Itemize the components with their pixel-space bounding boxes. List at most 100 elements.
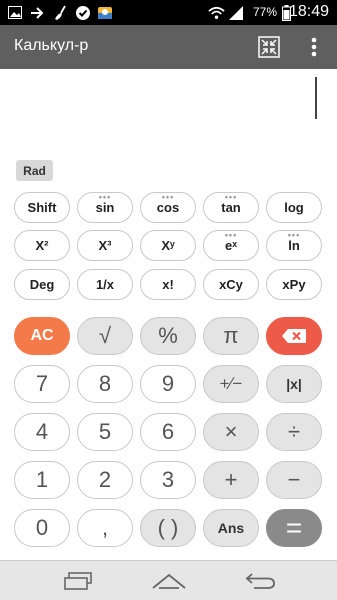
square-key[interactable]: X²	[14, 230, 70, 261]
power-key[interactable]: Xʸ	[140, 230, 196, 261]
check-badge-icon	[74, 4, 91, 21]
tan-key-label: tan	[221, 200, 241, 215]
digit-0-label: 0	[35, 515, 49, 540]
digit-7-label: 7	[35, 371, 49, 396]
weather-app-icon	[96, 4, 113, 21]
exp-key[interactable]: ••• eˣ	[203, 230, 259, 261]
digit-9-label: 9	[161, 371, 175, 396]
permutation-key[interactable]: xPy	[266, 269, 322, 300]
clock: 18:49	[288, 3, 329, 20]
clear-key[interactable]: AC	[14, 317, 70, 355]
app-bar: Калькул-р	[0, 25, 337, 69]
equals-key[interactable]: =	[266, 509, 322, 547]
back-icon[interactable]	[240, 568, 280, 594]
percent-key[interactable]: %	[140, 317, 196, 355]
cube-key-label: X³	[98, 238, 112, 253]
equals-key-label: =	[285, 512, 303, 543]
abs-key-label: |x|	[286, 376, 302, 392]
angle-mode-badge: Rad	[16, 160, 53, 181]
status-bar: 77% 18:49	[0, 0, 337, 25]
comma-key[interactable]: ,	[77, 509, 133, 547]
digit-0-key[interactable]: 0	[14, 509, 70, 547]
digit-5-key[interactable]: 5	[77, 413, 133, 451]
sin-key[interactable]: ••• sin	[77, 192, 133, 223]
clear-key-label: AC	[30, 327, 54, 344]
digit-6-label: 6	[161, 419, 175, 444]
log-key[interactable]: log	[266, 192, 322, 223]
overflow-menu-icon[interactable]	[300, 33, 328, 61]
cube-key[interactable]: X³	[77, 230, 133, 261]
digit-3-label: 3	[161, 467, 175, 492]
minus-key-label: −	[287, 467, 301, 492]
pi-key-label: π	[223, 323, 239, 348]
tan-key[interactable]: ••• tan	[203, 192, 259, 223]
combination-key[interactable]: xCy	[203, 269, 259, 300]
plus-key[interactable]: +	[203, 461, 259, 499]
wifi-icon	[208, 4, 225, 21]
digit-6-key[interactable]: 6	[140, 413, 196, 451]
cos-key-label: cos	[156, 200, 180, 215]
compact-view-icon[interactable]	[255, 33, 283, 61]
reciprocal-key-label: 1/x	[95, 277, 115, 292]
reciprocal-key[interactable]: 1/x	[77, 269, 133, 300]
digit-1-label: 1	[35, 467, 49, 492]
backspace-key[interactable]	[266, 317, 322, 355]
arrow-right-icon	[28, 4, 45, 21]
ans-key-label: Ans	[217, 520, 245, 536]
image-icon	[6, 4, 23, 21]
deg-key[interactable]: Deg	[14, 269, 70, 300]
digit-4-key[interactable]: 4	[14, 413, 70, 451]
signal-icon	[227, 4, 244, 21]
digit-4-label: 4	[35, 419, 49, 444]
digit-9-key[interactable]: 9	[140, 365, 196, 403]
abs-key[interactable]: |x|	[266, 365, 322, 403]
backspace-icon	[282, 329, 306, 343]
sin-key-label: sin	[95, 200, 115, 215]
digit-7-key[interactable]: 7	[14, 365, 70, 403]
log-key-label: log	[284, 200, 304, 215]
sqrt-key-label: √	[98, 323, 112, 348]
square-key-label: X²	[35, 238, 49, 253]
app-title: Калькул-р	[14, 37, 89, 54]
shift-key[interactable]: Shift	[14, 192, 70, 223]
plus-key-label: +	[224, 467, 238, 492]
divide-key-label: ÷	[287, 419, 301, 444]
digit-8-label: 8	[98, 371, 112, 396]
ans-key[interactable]: Ans	[203, 509, 259, 547]
multiply-key-label: ×	[224, 419, 238, 444]
combination-key-label: xCy	[219, 277, 243, 292]
ln-key[interactable]: ••• ln	[266, 230, 322, 261]
digit-2-key[interactable]: 2	[77, 461, 133, 499]
sqrt-key[interactable]: √	[77, 317, 133, 355]
minus-key[interactable]: −	[266, 461, 322, 499]
digit-8-key[interactable]: 8	[77, 365, 133, 403]
comma-key-label: ,	[101, 515, 109, 540]
digit-2-label: 2	[98, 467, 112, 492]
ln-key-label: ln	[288, 238, 300, 253]
navigation-bar	[0, 560, 337, 600]
parentheses-key[interactable]: ( )	[140, 509, 196, 547]
digit-3-key[interactable]: 3	[140, 461, 196, 499]
divide-key[interactable]: ÷	[266, 413, 322, 451]
recent-apps-icon[interactable]	[58, 568, 98, 594]
digit-1-key[interactable]: 1	[14, 461, 70, 499]
home-icon[interactable]	[149, 568, 189, 594]
pi-key[interactable]: π	[203, 317, 259, 355]
multiply-key[interactable]: ×	[203, 413, 259, 451]
factorial-key[interactable]: x!	[140, 269, 196, 300]
keypad: Shift ••• sin ••• cos ••• tan log X² X³ Xʸ …	[0, 188, 337, 560]
shift-key-label: Shift	[27, 200, 57, 215]
digit-5-label: 5	[98, 419, 112, 444]
plus-minus-key[interactable]: +∕−	[203, 365, 259, 403]
percent-key-label: %	[158, 323, 178, 348]
display-area[interactable]	[0, 69, 337, 154]
cos-key[interactable]: ••• cos	[140, 192, 196, 223]
battery-percent: 77%	[252, 5, 277, 19]
more-dots-icon: •••	[161, 192, 175, 202]
more-dots-icon: •••	[224, 192, 238, 202]
broom-icon	[52, 4, 69, 21]
more-dots-icon: •••	[98, 192, 112, 202]
exp-key-label: eˣ	[225, 238, 237, 253]
permutation-key-label: xPy	[282, 277, 306, 292]
more-dots-icon: •••	[287, 230, 301, 240]
